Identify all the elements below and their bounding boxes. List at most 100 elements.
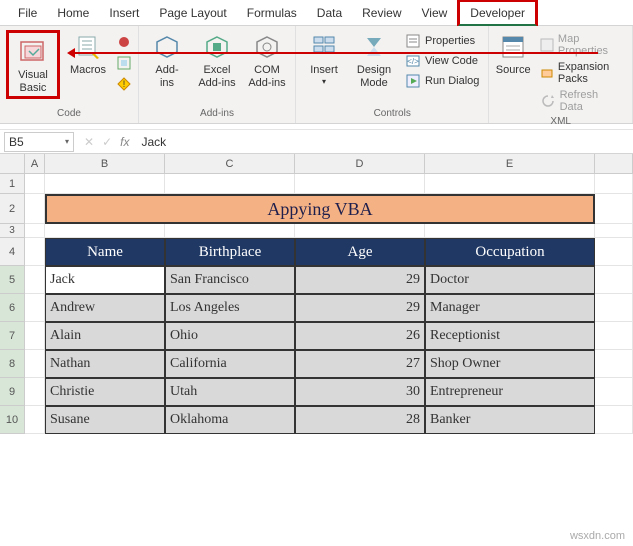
col-head-e[interactable]: E xyxy=(425,154,595,174)
addins-button[interactable]: Add- ins xyxy=(145,30,189,89)
col-head-blank[interactable] xyxy=(595,154,633,174)
formula-bar-input[interactable]: Jack xyxy=(135,133,633,151)
col-head-a[interactable]: A xyxy=(25,154,45,174)
cell[interactable] xyxy=(595,378,633,406)
header-birthplace[interactable]: Birthplace xyxy=(165,238,295,266)
cell[interactable]: 29 xyxy=(295,294,425,322)
insert-control-button[interactable]: Insert ▾ xyxy=(302,30,346,86)
cell[interactable] xyxy=(295,174,425,194)
properties-button[interactable]: Properties xyxy=(402,32,482,50)
cell[interactable] xyxy=(25,238,45,266)
name-box[interactable]: B5▾ xyxy=(4,132,74,152)
row-head-7[interactable]: 7 xyxy=(0,322,25,350)
cell[interactable]: Ohio xyxy=(165,322,295,350)
tab-home[interactable]: Home xyxy=(47,2,99,24)
cell[interactable]: 29 xyxy=(295,266,425,294)
cell[interactable] xyxy=(595,322,633,350)
cell[interactable] xyxy=(425,174,595,194)
col-head-b[interactable]: B xyxy=(45,154,165,174)
cell[interactable] xyxy=(25,174,45,194)
row-head-6[interactable]: 6 xyxy=(0,294,25,322)
cell[interactable] xyxy=(595,350,633,378)
cell[interactable] xyxy=(595,406,633,434)
cell[interactable] xyxy=(25,406,45,434)
cell[interactable] xyxy=(595,194,633,224)
cell[interactable]: Receptionist xyxy=(425,322,595,350)
cell[interactable]: Utah xyxy=(165,378,295,406)
tab-review[interactable]: Review xyxy=(352,2,411,24)
excel-addins-button[interactable]: Excel Add-ins xyxy=(195,30,239,89)
cell[interactable] xyxy=(25,378,45,406)
tab-page-layout[interactable]: Page Layout xyxy=(149,2,236,24)
cell[interactable] xyxy=(595,294,633,322)
macro-security-icon[interactable]: ! xyxy=(116,76,132,95)
row-head-2[interactable]: 2 xyxy=(0,194,25,224)
row-head-1[interactable]: 1 xyxy=(0,174,25,194)
cell[interactable]: Shop Owner xyxy=(425,350,595,378)
cell[interactable]: California xyxy=(165,350,295,378)
cell[interactable]: Manager xyxy=(425,294,595,322)
cell[interactable]: San Francisco xyxy=(165,266,295,294)
fx-icon[interactable]: fx xyxy=(120,135,129,149)
cell[interactable] xyxy=(165,224,295,238)
col-head-d[interactable]: D xyxy=(295,154,425,174)
row-head-5[interactable]: 5 xyxy=(0,266,25,294)
col-head-c[interactable]: C xyxy=(165,154,295,174)
visual-basic-button[interactable]: Visual Basic xyxy=(11,35,55,94)
header-age[interactable]: Age xyxy=(295,238,425,266)
tab-file[interactable]: File xyxy=(8,2,47,24)
row-head-3[interactable]: 3 xyxy=(0,224,25,238)
run-dialog-button[interactable]: Run Dialog xyxy=(402,72,482,90)
cell[interactable]: Doctor xyxy=(425,266,595,294)
row-head-10[interactable]: 10 xyxy=(0,406,25,434)
cell[interactable] xyxy=(25,294,45,322)
cell[interactable]: Los Angeles xyxy=(165,294,295,322)
cell[interactable]: Alain xyxy=(45,322,165,350)
cell[interactable]: Oklahoma xyxy=(165,406,295,434)
cell[interactable] xyxy=(595,174,633,194)
cell[interactable] xyxy=(295,224,425,238)
cell[interactable]: Entrepreneur xyxy=(425,378,595,406)
cell[interactable]: 26 xyxy=(295,322,425,350)
select-all-corner[interactable] xyxy=(0,154,25,174)
row-head-9[interactable]: 9 xyxy=(0,378,25,406)
record-macro-icon[interactable] xyxy=(116,34,132,53)
cell[interactable] xyxy=(25,224,45,238)
cell[interactable] xyxy=(25,194,45,224)
title-cell[interactable]: Appying VBA xyxy=(45,194,595,224)
cell[interactable] xyxy=(425,224,595,238)
cell[interactable] xyxy=(45,224,165,238)
tab-view[interactable]: View xyxy=(412,2,458,24)
cell[interactable]: 27 xyxy=(295,350,425,378)
cell[interactable] xyxy=(595,238,633,266)
cell[interactable]: Banker xyxy=(425,406,595,434)
design-mode-button[interactable]: Design Mode xyxy=(352,30,396,89)
chevron-down-icon[interactable]: ▾ xyxy=(65,137,69,146)
com-addins-button[interactable]: COM Add-ins xyxy=(245,30,289,89)
relative-ref-icon[interactable] xyxy=(116,55,132,74)
cell[interactable]: 28 xyxy=(295,406,425,434)
cell[interactable]: 30 xyxy=(295,378,425,406)
tab-data[interactable]: Data xyxy=(307,2,352,24)
cell[interactable] xyxy=(45,174,165,194)
header-occupation[interactable]: Occupation xyxy=(425,238,595,266)
cell[interactable] xyxy=(25,350,45,378)
row-head-8[interactable]: 8 xyxy=(0,350,25,378)
worksheet-grid[interactable]: A B C D E 1 2 Appying VBA 3 4 Name Birth… xyxy=(0,154,633,434)
header-name[interactable]: Name xyxy=(45,238,165,266)
cell[interactable] xyxy=(25,322,45,350)
tab-insert[interactable]: Insert xyxy=(99,2,149,24)
cell[interactable] xyxy=(25,266,45,294)
cell[interactable] xyxy=(595,224,633,238)
active-cell[interactable]: Jack xyxy=(45,266,165,294)
cell[interactable] xyxy=(595,266,633,294)
cell[interactable]: Nathan xyxy=(45,350,165,378)
tab-formulas[interactable]: Formulas xyxy=(237,2,307,24)
expansion-packs-button[interactable]: Expansion Packs xyxy=(537,60,626,86)
cell[interactable]: Christie xyxy=(45,378,165,406)
cell[interactable]: Susane xyxy=(45,406,165,434)
cell[interactable]: Andrew xyxy=(45,294,165,322)
cell[interactable] xyxy=(165,174,295,194)
view-code-button[interactable]: </>View Code xyxy=(402,52,482,70)
tab-developer[interactable]: Developer xyxy=(457,0,538,27)
